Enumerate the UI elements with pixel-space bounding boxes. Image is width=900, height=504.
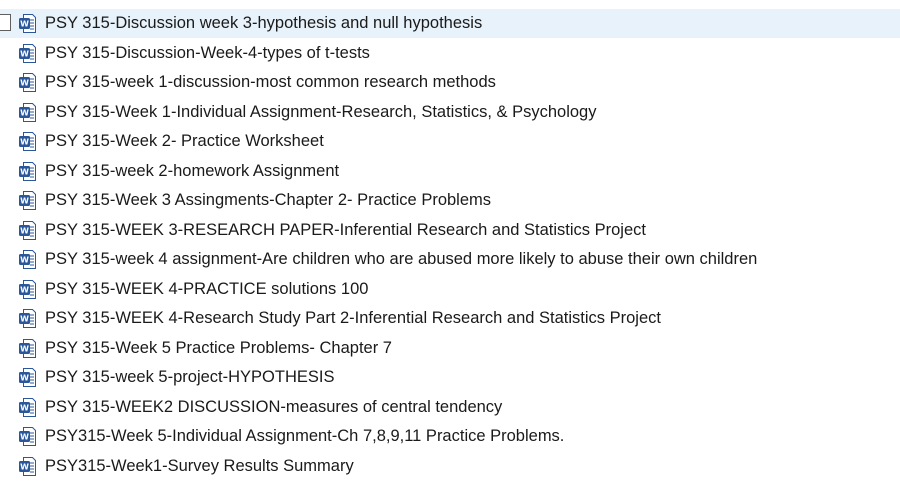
file-row-7[interactable]: W PSY 315-Week 3 Assingments-Chapter 2- … [0, 186, 900, 215]
file-row-6[interactable]: W PSY 315-week 2-homework Assignment [0, 157, 900, 186]
svg-text:W: W [20, 197, 29, 206]
svg-text:W: W [20, 345, 29, 354]
word-document-icon: W [19, 398, 36, 417]
file-name: PSY 315-Discussion-Week-4-types of t-tes… [45, 44, 370, 62]
file-row-10[interactable]: W PSY 315-WEEK 4-PRACTICE solutions 100 [0, 275, 900, 304]
file-name: PSY 315-Discussion week 3-hypothesis and… [45, 14, 483, 32]
word-document-icon: W [19, 427, 36, 446]
file-row-4[interactable]: W PSY 315-Week 1-Individual Assignment-R… [0, 98, 900, 127]
file-name: PSY 315-week 1-discussion-most common re… [45, 73, 496, 91]
word-document-icon: W [19, 191, 36, 210]
word-document-icon: W [19, 162, 36, 181]
row-checkbox[interactable] [0, 14, 11, 31]
file-name: PSY 315-Week 3 Assingments-Chapter 2- Pr… [45, 191, 492, 209]
file-name: PSY 315-WEEK 4-PRACTICE solutions 100 [45, 280, 369, 298]
word-document-icon: W [19, 368, 36, 387]
word-document-icon: W [19, 73, 36, 92]
file-name: PSY 315-WEEK 3-RESEARCH PAPER-Inferentia… [45, 221, 646, 239]
svg-text:W: W [20, 374, 29, 383]
file-name: PSY 315-WEEK2 DISCUSSION-measures of cen… [45, 398, 503, 416]
file-name: PSY 315-Week 5 Practice Problems- Chapte… [45, 339, 392, 357]
file-name: PSY 315-Week 2- Practice Worksheet [45, 132, 324, 150]
word-document-icon: W [19, 14, 36, 33]
svg-text:W: W [20, 109, 29, 118]
file-name: PSY 315-week 5-project-HYPOTHESIS [45, 368, 335, 386]
file-name: PSY 315-WEEK 4-Research Study Part 2-Inf… [45, 309, 661, 327]
file-row-13[interactable]: W PSY 315-week 5-project-HYPOTHESIS [0, 363, 900, 392]
file-row-5[interactable]: W PSY 315-Week 2- Practice Worksheet [0, 127, 900, 156]
file-name: PSY 315-week 4 assignment-Are children w… [45, 250, 758, 268]
svg-text:W: W [20, 138, 29, 147]
word-document-icon: W [19, 309, 36, 328]
svg-text:W: W [20, 286, 29, 295]
svg-text:W: W [20, 227, 29, 236]
file-row-2[interactable]: W PSY 315-Discussion-Week-4-types of t-t… [0, 39, 900, 68]
word-document-icon: W [19, 280, 36, 299]
word-document-icon: W [19, 339, 36, 358]
word-document-icon: W [19, 221, 36, 240]
svg-text:W: W [20, 50, 29, 59]
file-name: PSY315-Week1-Survey Results Summary [45, 457, 354, 475]
file-row-3[interactable]: W PSY 315-week 1-discussion-most common … [0, 68, 900, 97]
file-row-15[interactable]: W PSY315-Week 5-Individual Assignment-Ch… [0, 422, 900, 451]
file-row-1[interactable]: W PSY 315-Discussion week 3-hypothesis a… [0, 9, 900, 38]
svg-text:W: W [20, 315, 29, 324]
word-document-icon: W [19, 103, 36, 122]
svg-text:W: W [20, 463, 29, 472]
svg-text:W: W [20, 404, 29, 413]
file-row-11[interactable]: W PSY 315-WEEK 4-Research Study Part 2-I… [0, 304, 900, 333]
svg-text:W: W [20, 20, 29, 29]
svg-text:W: W [20, 168, 29, 177]
word-document-icon: W [19, 44, 36, 63]
file-row-8[interactable]: W PSY 315-WEEK 3-RESEARCH PAPER-Inferent… [0, 216, 900, 245]
file-name: PSY 315-week 2-homework Assignment [45, 162, 340, 180]
word-document-icon: W [19, 457, 36, 476]
file-name: PSY 315-Week 1-Individual Assignment-Res… [45, 103, 597, 121]
word-document-icon: W [19, 250, 36, 269]
word-document-icon: W [19, 132, 36, 151]
file-list: W PSY 315-Discussion week 3-hypothesis a… [0, 0, 900, 504]
file-row-9[interactable]: W PSY 315-week 4 assignment-Are children… [0, 245, 900, 274]
svg-text:W: W [20, 79, 29, 88]
file-row-14[interactable]: W PSY 315-WEEK2 DISCUSSION-measures of c… [0, 393, 900, 422]
file-row-12[interactable]: W PSY 315-Week 5 Practice Problems- Chap… [0, 334, 900, 363]
file-row-16[interactable]: W PSY315-Week1-Survey Results Summary [0, 452, 900, 481]
svg-text:W: W [20, 433, 29, 442]
svg-text:W: W [20, 256, 29, 265]
file-name: PSY315-Week 5-Individual Assignment-Ch 7… [45, 427, 565, 445]
